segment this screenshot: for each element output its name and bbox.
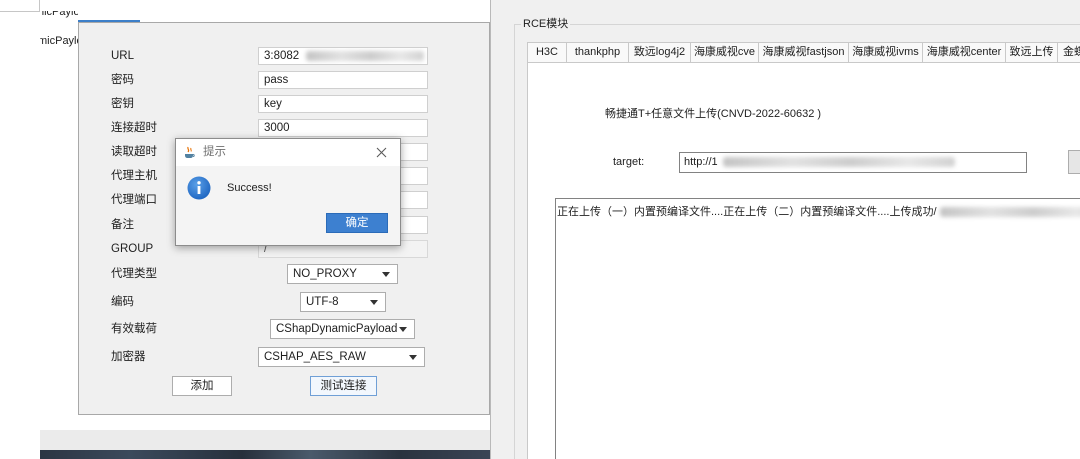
secret-key-input[interactable]: key <box>258 95 428 113</box>
message-text: Success! <box>227 182 272 194</box>
payload-select[interactable]: CShapDynamicPayload <box>270 319 415 339</box>
message-dialog: 提示 Success! 确定 <box>175 138 401 246</box>
background-window: nicPaylo micPaylo <box>40 11 78 430</box>
tab-thankphp[interactable]: thankphp <box>566 42 629 63</box>
password-label: 密码 <box>111 74 134 86</box>
ok-button[interactable]: 确定 <box>326 213 388 233</box>
target-url-input[interactable]: http://1 <box>679 152 1027 173</box>
rce-tool-window: RCE模块 H3C thankphp 致远log4j2 海康威视cve 海康威视… <box>490 0 1080 459</box>
proxy-type-label: 代理类型 <box>111 268 157 280</box>
add-button[interactable]: 添加 <box>172 376 232 396</box>
cryptor-select[interactable]: CSHAP_AES_RAW <box>258 347 425 367</box>
info-icon <box>187 176 211 200</box>
payload-value: CShapDynamicPayload <box>276 323 398 335</box>
message-dialog-body: Success! 确定 <box>176 166 400 245</box>
secret-key-label: 密钥 <box>111 98 134 110</box>
connect-timeout-label: 连接超时 <box>111 122 157 134</box>
exploit-run-button[interactable] <box>1068 150 1080 174</box>
screen: nicPaylo micPaylo URL 3:8082 密码 pass 密钥 … <box>0 0 1080 459</box>
redacted-text <box>306 50 425 61</box>
proxy-type-value: NO_PROXY <box>293 268 357 280</box>
message-dialog-title: 提示 <box>203 146 226 158</box>
chevron-down-icon <box>370 300 378 305</box>
encoding-value: UTF-8 <box>306 296 339 308</box>
tab-h3c[interactable]: H3C <box>527 42 567 63</box>
cryptor-label: 加密器 <box>111 351 146 363</box>
target-label: target: <box>613 156 645 168</box>
connect-timeout-input[interactable]: 3000 <box>258 119 428 137</box>
group-label: GROUP <box>111 243 154 255</box>
proxy-host-label: 代理主机 <box>111 170 157 182</box>
encoding-label: 编码 <box>111 296 134 308</box>
exploit-tabs: H3C thankphp 致远log4j2 海康威视cve 海康威视fastjs… <box>527 42 1080 63</box>
java-app-icon <box>183 146 196 159</box>
chevron-down-icon <box>409 355 417 360</box>
connect-timeout-input-value: 3000 <box>264 122 290 134</box>
test-connection-button[interactable]: 测试连接 <box>310 376 377 396</box>
proxy-type-select[interactable]: NO_PROXY <box>287 264 398 284</box>
url-input-value: 3:8082 <box>264 50 300 62</box>
background-window-corner <box>0 0 40 12</box>
tab-seeyon-upload[interactable]: 致远上传 <box>1005 42 1058 63</box>
message-dialog-titlebar[interactable]: 提示 <box>176 139 400 166</box>
tab-seeyon-log4j2[interactable]: 致远log4j2 <box>628 42 691 63</box>
read-timeout-label: 读取超时 <box>111 146 157 158</box>
password-input[interactable]: pass <box>258 71 428 89</box>
remark-label: 备注 <box>111 219 134 231</box>
url-label: URL <box>111 50 135 62</box>
proxy-port-label: 代理端口 <box>111 194 157 206</box>
output-textarea[interactable]: 正在上传（一）内置预编译文件....正在上传（二）内置预编译文件....上传成功… <box>555 198 1080 459</box>
tab-hikvision-cve[interactable]: 海康威视cve <box>690 42 759 63</box>
secret-key-input-value: key <box>264 98 282 110</box>
target-url-value: http://1 <box>684 156 718 168</box>
encoding-select[interactable]: UTF-8 <box>300 292 386 312</box>
chevron-down-icon <box>382 272 390 277</box>
cryptor-value: CSHAP_AES_RAW <box>264 351 366 363</box>
output-text: 正在上传（一）内置预编译文件....正在上传（二）内置预编译文件....上传成功… <box>557 206 937 218</box>
background-window-footer <box>40 430 490 450</box>
rce-module-title: RCE模块 <box>521 17 571 31</box>
background-window-text: nicPaylo <box>40 11 78 18</box>
redacted-text <box>722 157 955 168</box>
tab-hikvision-center[interactable]: 海康威视center <box>922 42 1006 63</box>
exploit-title: 畅捷通T+任意文件上传(CNVD-2022-60632 ) <box>605 108 822 120</box>
password-input-value: pass <box>264 74 289 86</box>
tab-hikvision-fastjson[interactable]: 海康威视fastjson <box>758 42 849 63</box>
url-input[interactable]: 3:8082 <box>258 47 428 65</box>
payload-label: 有效载荷 <box>111 323 157 335</box>
desktop-wallpaper <box>40 450 490 459</box>
tab-hikvision-ivms[interactable]: 海康威视ivms <box>848 42 923 63</box>
exploit-panel: 畅捷通T+任意文件上传(CNVD-2022-60632 ) target: ht… <box>527 62 1080 459</box>
close-icon[interactable] <box>376 147 387 158</box>
redacted-text <box>939 207 1080 218</box>
chevron-down-icon <box>399 327 407 332</box>
tab-kingdee[interactable]: 金蝶 <box>1057 42 1080 63</box>
background-window-text: micPaylo <box>40 35 78 47</box>
